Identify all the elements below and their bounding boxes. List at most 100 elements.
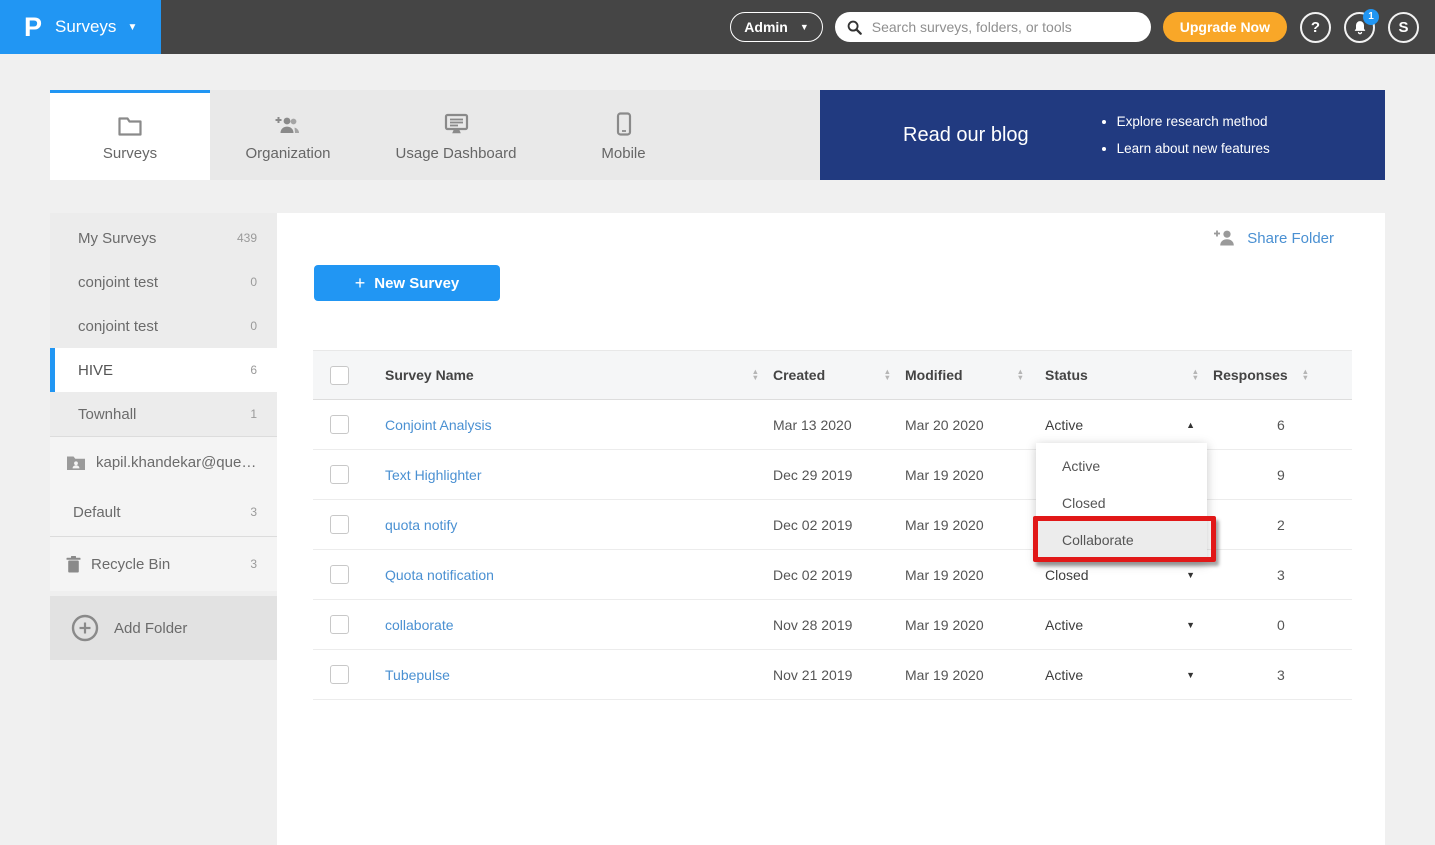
row-checkbox[interactable] — [330, 515, 349, 534]
modified-cell: Mar 19 2020 — [905, 517, 1038, 533]
banner-bullet: Learn about new features — [1117, 135, 1270, 162]
sidebar-item-conjoint-test-2[interactable]: conjoint test 0 — [50, 304, 277, 348]
sidebar-item-label: kapil.khandekar@que… — [96, 454, 256, 471]
caret-down-icon: ▼ — [1186, 670, 1195, 680]
sidebar-item-townhall[interactable]: Townhall 1 — [50, 392, 277, 436]
status-dropdown-menu: Active Closed Collaborate — [1036, 443, 1207, 562]
created-cell: Mar 13 2020 — [773, 417, 905, 433]
survey-name-link[interactable]: Text Highlighter — [385, 467, 482, 483]
created-value: Dec 02 2019 — [773, 517, 852, 533]
blog-banner[interactable]: Read our blog Explore research method Le… — [820, 90, 1385, 180]
column-label: Status — [1045, 367, 1088, 383]
status-cell: Active ▼ — [1038, 667, 1213, 683]
sort-icon[interactable]: ▲▼ — [1302, 369, 1309, 381]
row-checkbox-cell — [313, 615, 373, 634]
status-dropdown-control[interactable]: Active ▼ — [1045, 667, 1213, 683]
survey-name-cell: Quota notification — [373, 567, 773, 583]
dropdown-option-collaborate[interactable]: Collaborate — [1036, 521, 1207, 558]
tab-mobile[interactable]: Mobile — [546, 90, 701, 180]
modified-cell: Mar 19 2020 — [905, 467, 1038, 483]
search-input[interactable] — [870, 18, 1139, 36]
mobile-icon — [616, 112, 632, 136]
modified-cell: Mar 19 2020 — [905, 617, 1038, 633]
folder-icon — [117, 112, 143, 136]
upgrade-now-button[interactable]: Upgrade Now — [1163, 12, 1287, 42]
responses-value: 3 — [1213, 567, 1285, 583]
sort-icon[interactable]: ▲▼ — [1192, 369, 1199, 381]
help-button[interactable]: ? — [1300, 12, 1331, 43]
surveys-page: P Surveys ▼ Admin ▼ Upgrade Now ? 1 S — [0, 0, 1435, 845]
row-checkbox[interactable] — [330, 565, 349, 584]
share-folder-button[interactable]: Share Folder — [1213, 229, 1334, 247]
folders-sidebar: My Surveys 439 conjoint test 0 conjoint … — [50, 213, 277, 845]
banner-title: Read our blog — [903, 124, 1029, 147]
created-cell: Dec 02 2019 — [773, 517, 905, 533]
column-label: Responses — [1213, 367, 1288, 383]
table-header-row: Survey Name ▲▼ Created ▲▼ Modified ▲▼ St… — [313, 350, 1352, 400]
sidebar-item-hive[interactable]: HIVE 6 — [50, 348, 277, 392]
survey-name-cell: Tubepulse — [373, 667, 773, 683]
modified-value: Mar 19 2020 — [905, 567, 984, 583]
product-menu-label: Surveys — [55, 17, 116, 37]
header-status: Status ▲▼ — [1038, 367, 1213, 383]
created-cell: Dec 29 2019 — [773, 467, 905, 483]
row-checkbox[interactable] — [330, 415, 349, 434]
people-add-icon — [274, 112, 302, 136]
search-icon — [847, 20, 862, 35]
person-add-icon — [1213, 229, 1237, 247]
sidebar-item-conjoint-test-1[interactable]: conjoint test 0 — [50, 260, 277, 304]
status-value: Active — [1045, 667, 1083, 683]
survey-name-cell: quota notify — [373, 517, 773, 533]
sidebar-item-recycle-bin[interactable]: Recycle Bin 3 — [50, 537, 277, 591]
survey-name-link[interactable]: Conjoint Analysis — [385, 417, 492, 433]
add-folder-button[interactable]: Add Folder — [50, 596, 277, 660]
notifications-button[interactable]: 1 — [1344, 12, 1375, 43]
status-cell: Active ▼ — [1038, 617, 1213, 633]
tab-surveys[interactable]: Surveys — [50, 90, 210, 180]
sort-icon[interactable]: ▲▼ — [752, 369, 759, 381]
sort-icon[interactable]: ▲▼ — [1017, 369, 1024, 381]
status-dropdown-control[interactable]: Active ▲ — [1045, 417, 1213, 433]
sidebar-item-label: HIVE — [78, 362, 113, 379]
column-label: Survey Name — [385, 367, 474, 383]
responses-cell: 0 — [1213, 617, 1313, 633]
caret-down-icon: ▼ — [1186, 570, 1195, 580]
new-survey-button[interactable]: + New Survey — [314, 265, 500, 301]
sidebar-item-my-surveys[interactable]: My Surveys 439 — [50, 216, 277, 260]
row-checkbox-cell — [313, 415, 373, 434]
recycle-bin-group: Recycle Bin 3 — [50, 536, 277, 591]
sidebar-item-default[interactable]: Default 3 — [50, 488, 277, 536]
banner-bullet-list: Explore research method Learn about new … — [1099, 108, 1270, 162]
row-checkbox[interactable] — [330, 665, 349, 684]
sidebar-item-count: 6 — [250, 363, 257, 377]
section-tabs-row: Surveys Organization Usage Dashboard Mob… — [50, 90, 1385, 180]
row-checkbox[interactable] — [330, 615, 349, 634]
sidebar-item-label: Recycle Bin — [91, 556, 170, 573]
account-avatar[interactable]: S — [1388, 12, 1419, 43]
dashboard-icon — [443, 112, 470, 136]
survey-name-link[interactable]: quota notify — [385, 517, 457, 533]
product-menu[interactable]: P Surveys ▼ — [0, 0, 161, 54]
dropdown-option-active[interactable]: Active — [1036, 447, 1207, 484]
sidebar-item-shared-account[interactable]: kapil.khandekar@que… — [50, 437, 277, 488]
dropdown-option-closed[interactable]: Closed — [1036, 484, 1207, 521]
row-checkbox[interactable] — [330, 465, 349, 484]
modified-value: Mar 19 2020 — [905, 667, 984, 683]
tab-organization[interactable]: Organization — [210, 90, 366, 180]
status-dropdown-control[interactable]: Active ▼ — [1045, 617, 1213, 633]
created-cell: Nov 28 2019 — [773, 617, 905, 633]
select-all-checkbox[interactable] — [330, 366, 349, 385]
survey-name-link[interactable]: collaborate — [385, 617, 454, 633]
table-row: collaborate Nov 28 2019 Mar 19 2020 Acti… — [313, 600, 1352, 650]
admin-menu[interactable]: Admin ▼ — [730, 12, 822, 42]
sort-icon[interactable]: ▲▼ — [884, 369, 891, 381]
sidebar-item-count: 3 — [250, 505, 257, 519]
status-cell: Active ▲ — [1038, 417, 1213, 433]
survey-name-link[interactable]: Quota notification — [385, 567, 494, 583]
status-dropdown-control[interactable]: Closed ▼ — [1045, 567, 1213, 583]
tab-usage-dashboard[interactable]: Usage Dashboard — [366, 90, 546, 180]
survey-name-cell: Conjoint Analysis — [373, 417, 773, 433]
caret-up-icon: ▲ — [1186, 420, 1195, 430]
survey-name-link[interactable]: Tubepulse — [385, 667, 450, 683]
responses-cell: 3 — [1213, 567, 1313, 583]
